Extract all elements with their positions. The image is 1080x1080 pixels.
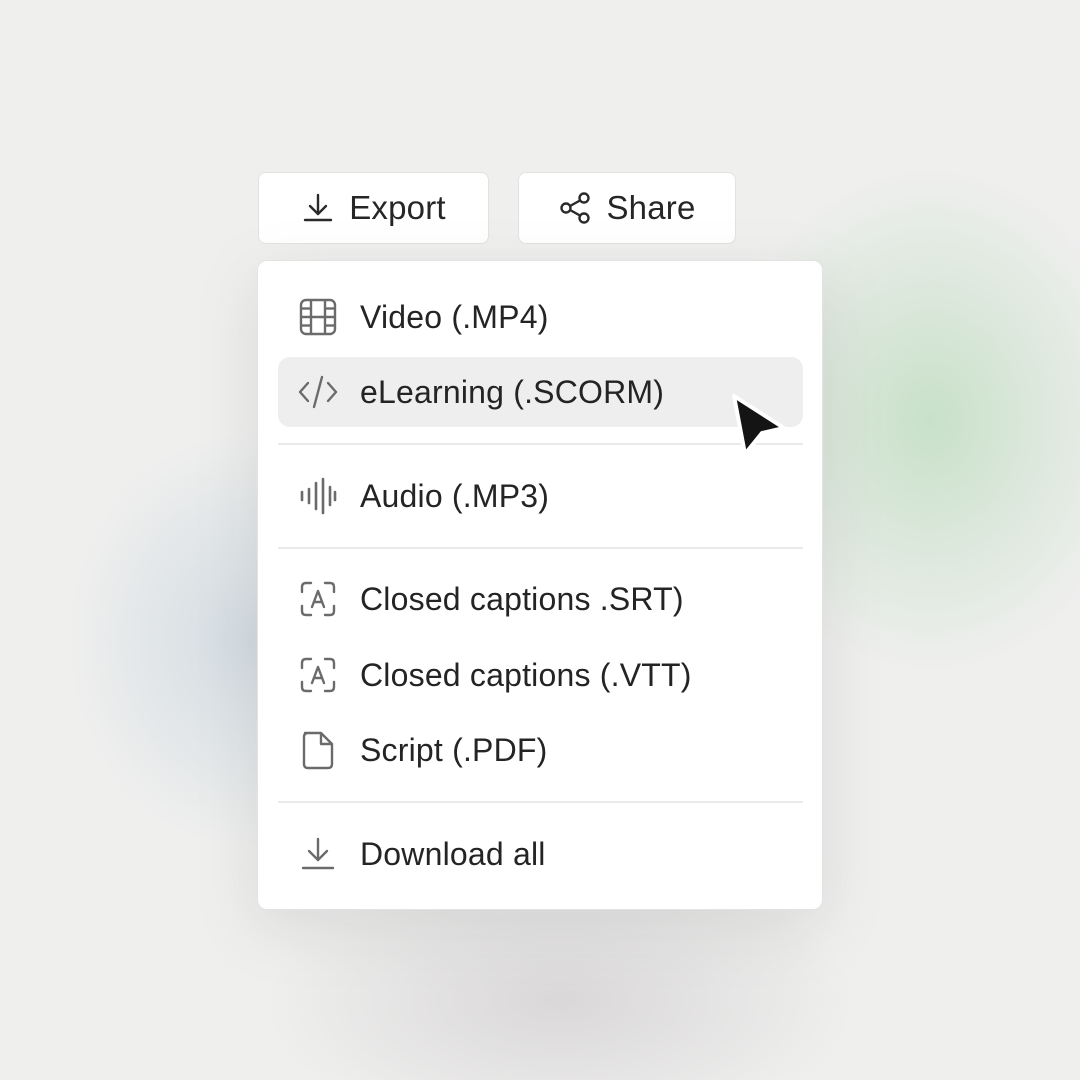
mouse-cursor-icon: [728, 392, 790, 465]
menu-item-label: Closed captions .SRT): [360, 580, 684, 617]
menu-divider: [278, 801, 803, 803]
film-icon: [298, 297, 338, 337]
menu-item-captions-vtt[interactable]: Closed captions (.VTT): [278, 640, 803, 710]
menu-item-audio-mp3[interactable]: Audio (.MP3): [278, 461, 803, 531]
captions-icon: [298, 655, 338, 695]
menu-item-label: Download all: [360, 835, 546, 872]
document-icon: [298, 730, 338, 770]
menu-item-label: Audio (.MP3): [360, 477, 550, 514]
menu-item-label: eLearning (.SCORM): [360, 373, 665, 410]
menu-item-video-mp4[interactable]: Video (.MP4): [278, 282, 803, 352]
share-icon: [558, 191, 592, 225]
export-button[interactable]: Export: [258, 172, 489, 244]
export-button-label: Export: [349, 189, 446, 226]
download-icon: [301, 191, 335, 225]
export-menu: Video (.MP4) eLearning (.SCORM) Audio (.…: [257, 260, 823, 910]
menu-item-elearning-scorm[interactable]: eLearning (.SCORM): [278, 357, 803, 427]
menu-item-label: Script (.PDF): [360, 731, 548, 768]
menu-item-download-all[interactable]: Download all: [278, 819, 803, 889]
code-icon: [298, 372, 338, 412]
menu-item-captions-srt[interactable]: Closed captions .SRT): [278, 564, 803, 634]
menu-item-label: Video (.MP4): [360, 298, 549, 335]
menu-divider: [278, 443, 803, 445]
menu-item-script-pdf[interactable]: Script (.PDF): [278, 715, 803, 785]
download-icon: [298, 834, 338, 874]
share-button-label: Share: [606, 189, 696, 226]
captions-icon: [298, 579, 338, 619]
share-button[interactable]: Share: [518, 172, 736, 244]
menu-item-label: Closed captions (.VTT): [360, 656, 692, 693]
waveform-icon: [298, 476, 338, 516]
menu-divider: [278, 547, 803, 549]
